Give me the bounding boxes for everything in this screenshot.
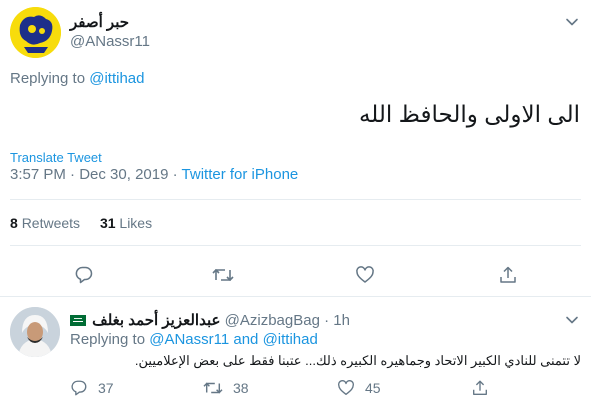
- separator: ·: [70, 166, 76, 183]
- share-icon: [500, 266, 516, 283]
- retweets-count: 8: [10, 215, 18, 231]
- likes-count: 31: [99, 215, 116, 231]
- chevron-down-icon[interactable]: [564, 14, 580, 30]
- retweet-icon: [203, 382, 223, 394]
- separator: ·: [324, 312, 330, 329]
- reply-replying-to: Replying to @ANassr11 and @ittihad: [70, 331, 318, 348]
- likes-label: Likes: [119, 215, 153, 231]
- reply-icon: [71, 380, 87, 396]
- reply-time[interactable]: 1h: [333, 312, 350, 329]
- replying-prefix: Replying to: [70, 331, 146, 348]
- saudi-flag-icon: [70, 314, 86, 326]
- reply-author-handle[interactable]: @AzizbagBag: [225, 312, 320, 329]
- tweet-date[interactable]: Dec 30, 2019: [79, 166, 168, 183]
- reply-author-avatar[interactable]: [10, 307, 60, 357]
- reply-chevron-down-icon[interactable]: [564, 312, 580, 328]
- reply-retweet-button[interactable]: 38: [203, 378, 249, 398]
- author-avatar[interactable]: [10, 7, 61, 58]
- likes-stat[interactable]: 31 Likes: [100, 215, 152, 231]
- author-handle[interactable]: @ANassr11: [70, 33, 150, 50]
- divider: [0, 296, 591, 297]
- tweet-stats: 8 Retweets 31 Likes: [10, 215, 152, 231]
- heart-icon: [356, 266, 374, 283]
- reply-icon: [75, 266, 93, 284]
- reply-share-button[interactable]: [470, 378, 490, 398]
- translate-tweet-link[interactable]: Translate Tweet: [10, 150, 102, 165]
- tweet-text: الى الاولى والحافظ الله: [358, 101, 580, 127]
- divider: [10, 199, 581, 200]
- reply-author-name[interactable]: عبدالعزيز أحمد بغلف: [92, 312, 220, 329]
- replying-handle-link[interactable]: @ittihad: [89, 70, 144, 87]
- replying-and: and: [233, 331, 259, 348]
- like-button[interactable]: [353, 263, 377, 287]
- replying-prefix: Replying to: [10, 70, 86, 87]
- share-icon: [473, 380, 487, 395]
- like-count: 45: [365, 380, 381, 396]
- author-name[interactable]: حبر أصفر: [70, 13, 129, 31]
- retweet-icon: [212, 269, 234, 281]
- retweet-count: 38: [233, 380, 249, 396]
- heart-icon: [338, 380, 354, 395]
- reply-text: لا تتمنى للنادي الكبير الاتحاد وجماهيره …: [134, 353, 581, 368]
- reply-author: عبدالعزيز أحمد بغلف @AzizbagBag · 1h: [70, 311, 350, 329]
- replying-to: Replying to @ittihad: [10, 70, 144, 87]
- tweet-source-link[interactable]: Twitter for iPhone: [182, 166, 299, 183]
- reply-like-button[interactable]: 45: [337, 378, 381, 398]
- divider: [10, 245, 581, 246]
- retweets-label: Retweets: [21, 215, 81, 231]
- reply-button[interactable]: [72, 263, 96, 287]
- reply-reply-button[interactable]: 37: [70, 378, 114, 398]
- retweet-button[interactable]: [211, 263, 235, 287]
- retweets-stat[interactable]: 8 Retweets: [10, 215, 84, 231]
- tweet-time[interactable]: 3:57 PM: [10, 166, 66, 183]
- tweet-timestamp: 3:57 PM · Dec 30, 2019 · Twitter for iPh…: [10, 166, 298, 183]
- reply-count: 37: [98, 380, 114, 396]
- separator: ·: [172, 166, 178, 183]
- share-button[interactable]: [496, 263, 520, 287]
- replying-handle-link[interactable]: @ANassr11: [149, 331, 229, 348]
- replying-handle-link[interactable]: @ittihad: [263, 331, 318, 348]
